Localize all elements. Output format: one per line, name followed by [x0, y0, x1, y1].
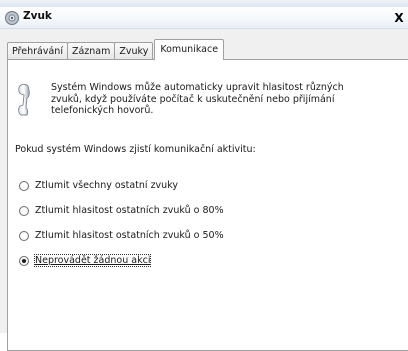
- dialog-body: Přehrávání Záznam Zvuky Komunikace Systé…: [0, 29, 408, 351]
- tab-zaznam[interactable]: Záznam: [66, 42, 116, 60]
- radio-button[interactable]: [19, 180, 29, 191]
- tab-komunikace[interactable]: Komunikace: [154, 39, 225, 60]
- window-top-edge: [0, 0, 408, 7]
- title-bar[interactable]: Zvuk X: [0, 7, 408, 29]
- option-label[interactable]: Ztlumit všechny ostatní zvuky: [35, 180, 178, 191]
- activity-prompt: Pokud systém Windows zjistí komunikační …: [15, 144, 256, 155]
- option-label[interactable]: Neprovádět žádnou akci: [33, 254, 152, 267]
- tab-zvuky[interactable]: Zvuky: [114, 42, 154, 60]
- option-do-nothing[interactable]: Neprovádět žádnou akci: [19, 254, 152, 267]
- communications-panel: Systém Windows může automaticky upravit …: [7, 59, 408, 351]
- radio-button-checked[interactable]: [19, 255, 29, 266]
- intro-text: Systém Windows může automaticky upravit …: [51, 82, 396, 117]
- telephone-handset-icon: [16, 83, 34, 117]
- option-reduce-80[interactable]: Ztlumit hlasitost ostatních zvuků o 80%: [19, 205, 224, 216]
- option-mute-all[interactable]: Ztlumit všechny ostatní zvuky: [19, 180, 178, 191]
- window-title: Zvuk: [23, 10, 52, 22]
- intro-line: zvuků, když používáte počítač k uskutečn…: [51, 93, 335, 105]
- close-icon[interactable]: X: [390, 9, 408, 26]
- speaker-icon: [4, 10, 20, 26]
- intro-line: telefonických hovorů.: [51, 105, 154, 116]
- option-label[interactable]: Ztlumit hlasitost ostatních zvuků o 50%: [35, 230, 224, 241]
- radio-button[interactable]: [19, 230, 29, 241]
- radio-button[interactable]: [19, 205, 29, 216]
- tab-prehravani[interactable]: Přehrávání: [7, 42, 68, 60]
- option-label[interactable]: Ztlumit hlasitost ostatních zvuků o 80%: [35, 205, 224, 216]
- tab-strip: Přehrávání Záznam Zvuky Komunikace: [7, 39, 225, 60]
- intro-line: Systém Windows může automaticky upravit …: [51, 82, 344, 93]
- option-reduce-50[interactable]: Ztlumit hlasitost ostatních zvuků o 50%: [19, 230, 224, 241]
